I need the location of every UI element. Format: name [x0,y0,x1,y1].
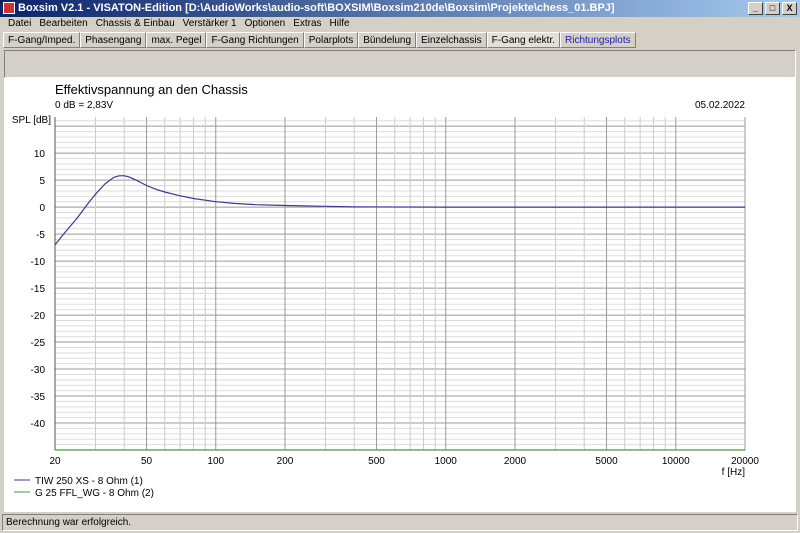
status-bar: Berechnung war erfolgreich. [2,514,798,531]
x-axis-label: f [Hz] [722,467,746,478]
legend-label-0: TIW 250 XS - 8 Ohm (1) [35,476,143,487]
y-tick-label: -10 [31,257,46,268]
x-tick-label: 50 [141,456,153,467]
tab-3[interactable]: F-Gang Richtungen [206,32,304,48]
x-tick-label: 200 [277,456,294,467]
chart-subtitle: 0 dB = 2,83V [55,100,113,111]
y-tick-label: -35 [31,392,46,403]
x-tick-label: 20000 [731,456,759,467]
y-tick-label: 10 [34,149,46,160]
tab-6[interactable]: Einzelchassis [416,32,487,48]
y-tick-label: -5 [36,230,45,241]
window-title: Boxsim V2.1 - VISATON-Edition [D:\AudioW… [18,2,615,14]
maximize-button[interactable]: □ [765,2,780,15]
title-bar: Boxsim V2.1 - VISATON-Edition [D:\AudioW… [0,0,800,17]
y-tick-label: 0 [39,203,45,214]
tab-2[interactable]: max. Pegel [146,32,207,48]
tab-7[interactable]: F-Gang elektr. [486,32,560,48]
legend-label-1: G 25 FFL_WG - 8 Ohm (2) [35,488,154,499]
y-tick-label: 5 [39,176,45,187]
menu-item-5[interactable]: Extras [289,17,325,31]
y-axis-label: SPL [dB] [12,115,51,126]
y-tick-label: -40 [31,419,46,430]
chart-title: Effektivspannung an den Chassis [55,82,248,97]
close-button[interactable]: X [782,2,797,15]
x-tick-label: 20 [49,456,61,467]
app-icon [3,2,15,14]
x-tick-label: 5000 [595,456,618,467]
tab-bar: F-Gang/Imped. Phasengang max. Pegel F-Gang … [3,32,636,48]
x-tick-label: 100 [207,456,224,467]
tab-1[interactable]: Phasengang [80,32,147,48]
tab-5[interactable]: Bündelung [358,32,417,48]
y-tick-label: -25 [31,338,46,349]
x-tick-label: 2000 [504,456,527,467]
x-tick-label: 500 [368,456,385,467]
minimize-button[interactable]: _ [748,2,763,15]
menu-bar: Datei Bearbeiten Chassis & Einbau Verstärke… [0,17,354,31]
chart-date: 05.02.2022 [695,100,745,111]
x-tick-label: 10000 [662,456,690,467]
tab-0[interactable]: F-Gang/Imped. [3,32,81,48]
tab-4[interactable]: Polarplots [303,32,359,48]
menu-item-1[interactable]: Bearbeiten [35,17,91,31]
menu-item-3[interactable]: Verstärker 1 [179,17,241,31]
menu-item-6[interactable]: Hilfe [326,17,354,31]
x-tick-label: 1000 [435,456,458,467]
toolbar-panel [4,50,796,78]
y-tick-label: -15 [31,284,46,295]
chart-area: Effektivspannung an den Chassis 0 dB = 2,… [4,78,796,512]
y-tick-label: -20 [31,311,46,322]
menu-item-4[interactable]: Optionen [241,17,290,31]
chart: Effektivspannung an den Chassis 0 dB = 2,… [12,82,759,499]
menu-item-2[interactable]: Chassis & Einbau [92,17,179,31]
tab-8[interactable]: Richtungsplots [560,32,636,48]
y-tick-label: -30 [31,365,46,376]
menu-item-0[interactable]: Datei [4,17,35,31]
